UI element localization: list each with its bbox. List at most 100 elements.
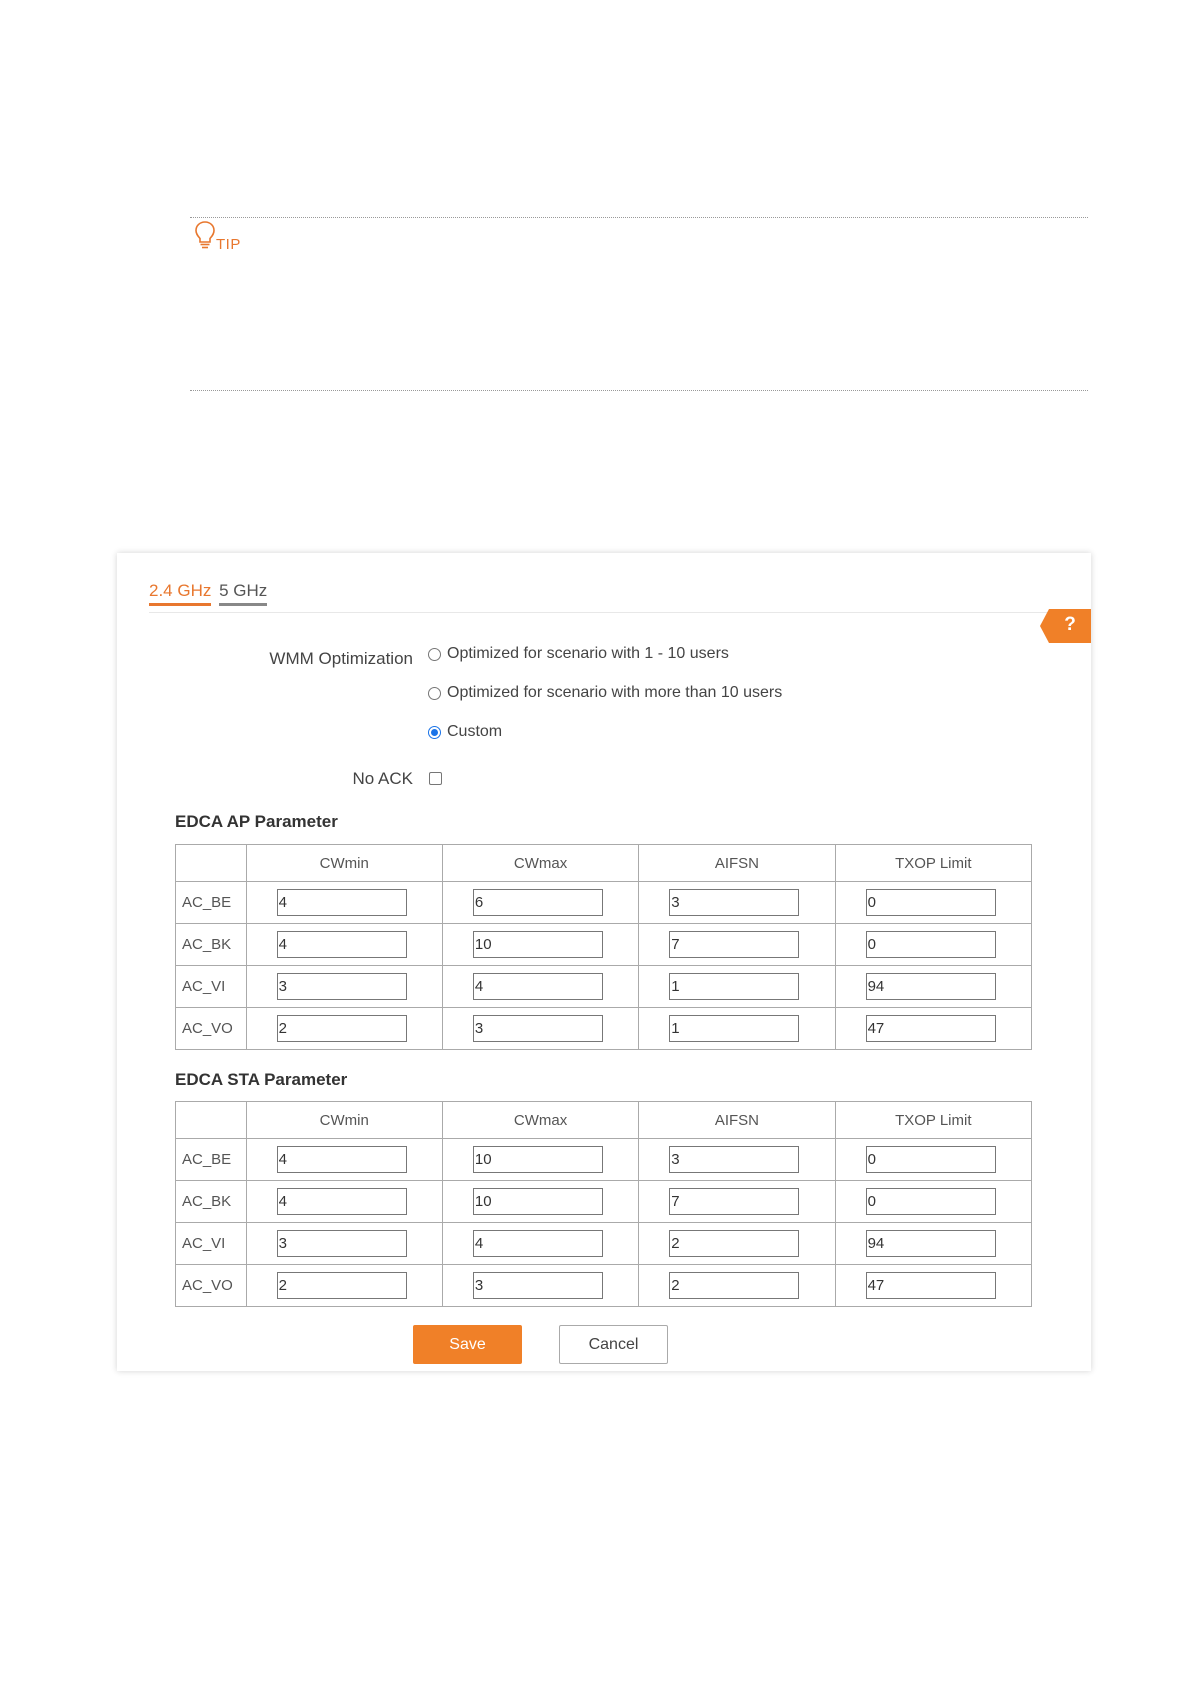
table-cell (441, 881, 640, 924)
tip-label: TIP (216, 236, 241, 253)
ap-ac-vo-txop-limit-input[interactable] (865, 1015, 996, 1042)
save-button[interactable]: Save (413, 1325, 522, 1364)
table-header-row: CWmin CWmax AIFSN TXOP Limit (175, 1101, 1033, 1139)
row-label: AC_BK (175, 1180, 247, 1223)
wmm-option-more-10-users-label: Optimized for scenario with more than 10… (447, 684, 783, 701)
table-cell (834, 923, 1033, 966)
column-header-aifsn: AIFSN (638, 1101, 836, 1139)
wmm-option-custom-radio[interactable] (428, 725, 441, 739)
column-header-txop-limit: TXOP Limit (834, 844, 1033, 882)
sta-ac-be-aifsn-input[interactable] (669, 1146, 800, 1173)
ap-ac-vi-cwmin-input[interactable] (276, 973, 407, 1000)
sta-ac-vi-txop-limit-input[interactable] (865, 1230, 996, 1257)
wmm-option-1-10-users-radio[interactable] (428, 647, 441, 661)
ap-ac-bk-txop-limit-input[interactable] (865, 931, 996, 958)
sta-ac-vo-cwmin-input[interactable] (276, 1272, 407, 1299)
sta-ac-bk-cwmin-input[interactable] (276, 1188, 407, 1215)
tip-bottom-divider (190, 390, 1088, 391)
cancel-button[interactable]: Cancel (559, 1325, 668, 1364)
wmm-option-more-10-users[interactable]: Optimized for scenario with more than 10… (428, 684, 782, 702)
table-row: AC_BE (175, 881, 1033, 924)
wmm-option-custom-label: Custom (447, 723, 503, 740)
header-blank-cell (175, 844, 247, 882)
wmm-option-1-10-users[interactable]: Optimized for scenario with 1 - 10 users (428, 645, 729, 663)
table-row: AC_VO (175, 1264, 1033, 1307)
edca-sta-title: EDCA STA Parameter (175, 1070, 348, 1089)
row-label: AC_VO (175, 1264, 247, 1307)
ap-ac-vi-txop-limit-input[interactable] (865, 973, 996, 1000)
sta-ac-bk-aifsn-input[interactable] (669, 1188, 800, 1215)
table-cell (245, 1138, 443, 1181)
column-header-txop-limit: TXOP Limit (834, 1101, 1033, 1139)
table-cell (638, 1264, 836, 1307)
table-cell (441, 1264, 640, 1307)
ap-ac-bk-cwmin-input[interactable] (276, 931, 407, 958)
sta-ac-vi-cwmin-input[interactable] (276, 1230, 407, 1257)
ap-ac-be-cwmax-input[interactable] (472, 889, 603, 916)
table-cell (834, 881, 1033, 924)
row-label: AC_VI (175, 965, 247, 1008)
ap-ac-vo-cwmax-input[interactable] (472, 1015, 603, 1042)
help-button[interactable]: ? (1040, 609, 1091, 643)
sta-ac-be-txop-limit-input[interactable] (865, 1146, 996, 1173)
sta-ac-vo-cwmax-input[interactable] (472, 1272, 603, 1299)
sta-ac-be-cwmin-input[interactable] (276, 1146, 407, 1173)
table-row: AC_VO (175, 1007, 1033, 1050)
sta-ac-bk-cwmax-input[interactable] (472, 1188, 603, 1215)
table-cell (638, 1222, 836, 1265)
sta-ac-bk-txop-limit-input[interactable] (865, 1188, 996, 1215)
table-cell (638, 923, 836, 966)
table-cell (245, 1222, 443, 1265)
table-cell (245, 1180, 443, 1223)
row-label: AC_BE (175, 881, 247, 924)
tip-top-divider (190, 217, 1088, 218)
column-header-cwmin: CWmin (245, 844, 443, 882)
table-cell (834, 1138, 1033, 1181)
no-ack-label: No ACK (352, 769, 413, 788)
table-row: AC_BK (175, 1180, 1033, 1223)
sta-ac-be-cwmax-input[interactable] (472, 1146, 603, 1173)
table-cell (834, 1222, 1033, 1265)
table-cell (638, 1180, 836, 1223)
column-header-aifsn: AIFSN (638, 844, 836, 882)
table-header-row: CWmin CWmax AIFSN TXOP Limit (175, 844, 1033, 882)
no-ack-checkbox[interactable] (429, 772, 442, 785)
ap-ac-be-aifsn-input[interactable] (669, 889, 800, 916)
row-label: AC_BE (175, 1138, 247, 1181)
wmm-option-more-10-users-radio[interactable] (428, 686, 441, 700)
table-cell (638, 881, 836, 924)
table-row: AC_VI (175, 1222, 1033, 1265)
band-tabs: 2.4 GHz 5 GHz (149, 581, 270, 606)
table-cell (245, 1264, 443, 1307)
ap-ac-be-txop-limit-input[interactable] (865, 889, 996, 916)
table-cell (834, 1180, 1033, 1223)
wmm-option-custom[interactable]: Custom (428, 723, 502, 741)
table-cell (638, 965, 836, 1008)
table-cell (638, 1138, 836, 1181)
tab-2-4ghz[interactable]: 2.4 GHz (149, 581, 212, 606)
ap-ac-bk-cwmax-input[interactable] (472, 931, 603, 958)
table-cell (245, 923, 443, 966)
table-cell (834, 1264, 1033, 1307)
ap-ac-vo-cwmin-input[interactable] (276, 1015, 407, 1042)
ap-ac-bk-aifsn-input[interactable] (669, 931, 800, 958)
ap-ac-vi-cwmax-input[interactable] (472, 973, 603, 1000)
table-cell (441, 965, 640, 1008)
sta-ac-vo-txop-limit-input[interactable] (865, 1272, 996, 1299)
sta-ac-vo-aifsn-input[interactable] (669, 1272, 800, 1299)
sta-ac-vi-aifsn-input[interactable] (669, 1230, 800, 1257)
tab-5ghz[interactable]: 5 GHz (219, 581, 268, 606)
sta-ac-vi-cwmax-input[interactable] (472, 1230, 603, 1257)
tab-divider (149, 612, 1091, 613)
ap-ac-vo-aifsn-input[interactable] (669, 1015, 800, 1042)
row-label: AC_VI (175, 1222, 247, 1265)
wmm-option-1-10-users-label: Optimized for scenario with 1 - 10 users (447, 645, 729, 662)
table-cell (638, 1007, 836, 1050)
help-icon: ? (1064, 614, 1076, 635)
table-cell (441, 1180, 640, 1223)
ap-ac-be-cwmin-input[interactable] (276, 889, 407, 916)
table-cell (441, 1007, 640, 1050)
table-cell (441, 1138, 640, 1181)
ap-ac-vi-aifsn-input[interactable] (669, 973, 800, 1000)
column-header-cwmax: CWmax (441, 844, 640, 882)
